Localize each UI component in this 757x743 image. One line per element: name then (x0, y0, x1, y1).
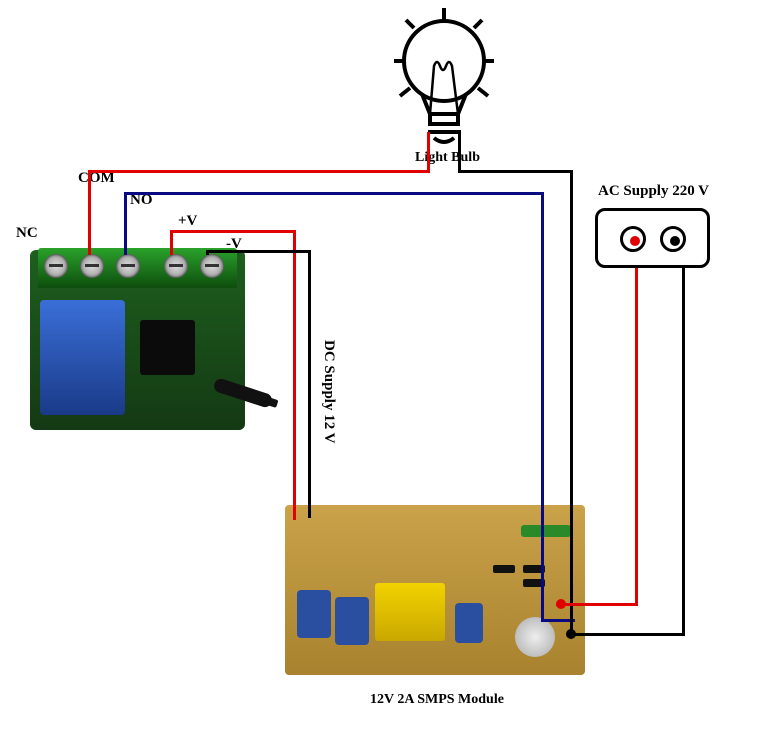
relay-antenna (212, 377, 273, 409)
relay-screw-nc (44, 254, 68, 278)
vplus-label: +V (178, 213, 197, 230)
relay-screw-vminus (200, 254, 224, 278)
wire-com-up (88, 170, 91, 255)
smps-resistor (521, 525, 571, 537)
ac-hot-hole (620, 226, 646, 252)
wire-no-up (124, 192, 127, 255)
relay-screw-no (116, 254, 140, 278)
smps-cap-3 (455, 603, 483, 643)
smps-cap-1 (297, 590, 331, 638)
smps-cap-silver (515, 617, 555, 657)
wire-com-h (88, 170, 430, 173)
smps-transformer (375, 583, 445, 641)
wire-no-down (541, 192, 544, 622)
relay-screw-com (80, 254, 104, 278)
smps-module (285, 505, 585, 675)
wire-bulb-h (458, 170, 573, 173)
wire-bulb-to-node (570, 170, 573, 636)
smps-cap-2 (335, 597, 369, 645)
wire-vminus-down (308, 250, 311, 518)
wire-no-h (124, 192, 544, 195)
wire-ac-hot-down (635, 268, 638, 606)
wire-vplus-down (293, 230, 296, 520)
wire-vplus-up (170, 230, 173, 255)
nc-label: NC (16, 225, 38, 242)
smps-label: 12V 2A SMPS Module (370, 692, 504, 708)
wire-smps-acin-hot (556, 603, 582, 606)
wire-bulb-right (458, 130, 461, 172)
wire-smps-acin-neu (570, 633, 584, 636)
ac-supply-label: AC Supply 220 V (598, 183, 709, 200)
relay-screw-vplus (164, 254, 188, 278)
ac-socket (595, 208, 710, 268)
dc-supply-label: DC Supply 12 V (320, 340, 337, 444)
wire-ac-neu-branch (570, 633, 685, 636)
light-bulb-label: Light Bulb (415, 150, 480, 166)
smps-diode-3 (493, 565, 515, 573)
relay-ic (140, 320, 195, 375)
relay-module (30, 250, 245, 430)
ac-neutral-hole (660, 226, 686, 252)
light-bulb (392, 6, 497, 146)
relay-cube (40, 300, 125, 415)
wire-vplus-h (170, 230, 296, 233)
wire-ac-neu-up (682, 268, 685, 636)
wire-com-to-bulb (427, 132, 430, 172)
wire-vminus-h (206, 250, 311, 253)
